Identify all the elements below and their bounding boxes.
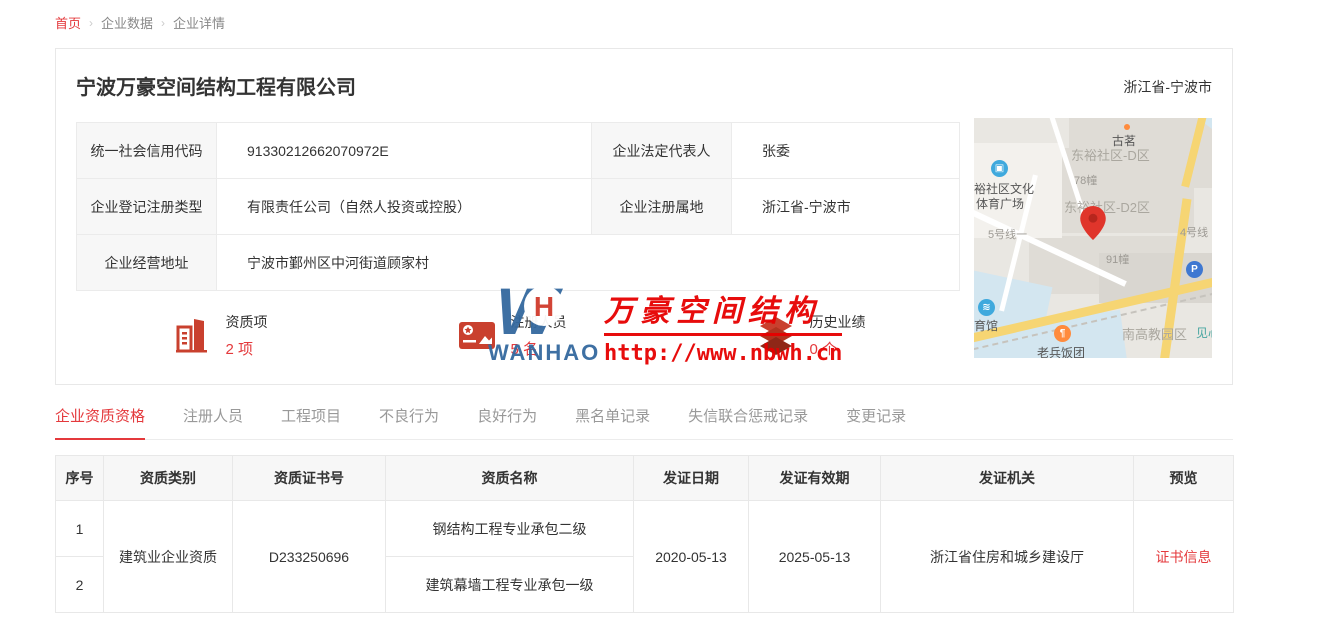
tab-qualifications[interactable]: 企业资质资格 [55,405,145,440]
map-label: 东裕社区-D2区 [1064,197,1150,216]
breadcrumb-enterprise-data[interactable]: 企业数据 [101,13,153,32]
preview-cell: 证书信息 [1134,501,1234,613]
col-name: 资质名称 [386,456,634,501]
tab-projects[interactable]: 工程项目 [281,405,341,439]
tab-bad-behavior[interactable]: 不良行为 [379,405,439,439]
stat-qualifications[interactable]: 资质项 2 项 [170,312,268,359]
company-region: 浙江省-宁波市 [1123,77,1212,97]
col-category: 资质类别 [104,456,233,501]
valid-until-cell: 2025-05-13 [749,501,881,613]
qualification-table: 序号 资质类别 资质证书号 资质名称 发证日期 发证有效期 发证机关 预览 1 … [55,455,1234,613]
company-info-table: 统一社会信用代码 91330212662070972E 企业法定代表人 张委 企… [76,122,960,291]
map-label: 东裕社区-D区 [1071,145,1150,164]
stat-registered-staff[interactable]: 注册人员 5 名 [455,312,567,359]
stat-count[interactable]: 0 个 [810,338,866,359]
reg-type-value: 有限责任公司（自然人投资或控股） [217,179,592,235]
map-label: 体育广场 [976,195,1024,212]
breadcrumb-home[interactable]: 首页 [55,13,81,32]
location-map[interactable]: 古茗 东裕社区-D区 78幢 东裕社区-D2区 ▣ 裕社区文化 体育广场 5号线… [974,118,1212,358]
stat-label: 资质项 [226,312,268,332]
seq-cell: 1 [56,501,104,557]
credit-code-label: 统一社会信用代码 [77,123,217,179]
stat-history-performance[interactable]: 历史业绩 0 个 [754,312,866,359]
map-parking-icon[interactable]: P [1186,261,1203,278]
map-label: 老兵饭团 [1037,344,1085,358]
map-poi-dot [1124,124,1130,130]
map-pin-icon[interactable] [1080,206,1106,240]
layers-icon [754,313,798,357]
tab-registered-staff[interactable]: 注册人员 [183,405,243,439]
tab-change-records[interactable]: 变更记录 [846,405,906,439]
reg-region-value: 浙江省-宁波市 [732,179,960,235]
building-icon [170,313,214,357]
category-cell: 建筑业企业资质 [104,501,233,613]
col-issue-date: 发证日期 [634,456,749,501]
col-cert-no: 资质证书号 [233,456,386,501]
table-header-row: 序号 资质类别 资质证书号 资质名称 发证日期 发证有效期 发证机关 预览 [56,456,1234,501]
table-row: 统一社会信用代码 91330212662070972E 企业法定代表人 张委 [77,123,960,179]
certificate-info-link[interactable]: 证书信息 [1156,549,1212,565]
map-gym-icon[interactable]: ≋ [978,299,995,316]
stat-label: 注册人员 [511,312,567,332]
tab-blacklist[interactable]: 黑名单记录 [575,405,650,439]
qual-name-cell: 钢结构工程专业承包二级 [386,501,634,557]
breadcrumb-separator: › [161,16,165,30]
map-restaurant-icon[interactable]: ¶ [1054,325,1071,342]
reg-region-label: 企业注册属地 [592,179,732,235]
col-seq: 序号 [56,456,104,501]
map-label: 育馆 [974,317,998,334]
legal-rep-label: 企业法定代表人 [592,123,732,179]
map-label: 4号线 [1180,224,1208,240]
col-preview: 预览 [1134,456,1234,501]
tab-dishonesty-records[interactable]: 失信联合惩戒记录 [688,405,808,439]
seq-cell: 2 [56,557,104,613]
map-label: 91幢 [1106,251,1129,267]
stat-label: 历史业绩 [810,312,866,332]
breadcrumb: 首页 › 企业数据 › 企业详情 [55,13,225,32]
issue-date-cell: 2020-05-13 [634,501,749,613]
breadcrumb-enterprise-detail[interactable]: 企业详情 [173,13,225,32]
credit-code-value: 91330212662070972E [217,123,592,179]
cert-no-cell: D233250696 [233,501,386,613]
certificate-icon [455,313,499,357]
map-label: 78幢 [1074,172,1097,188]
map-label: 南高教园区 [1122,324,1187,343]
reg-type-label: 企业登记注册类型 [77,179,217,235]
company-stats: 资质项 2 项 注册人员 5 名 历史业 [76,299,959,371]
address-value: 宁波市鄞州区中河街道顾家村 [217,235,960,291]
address-label: 企业经营地址 [77,235,217,291]
stat-count[interactable]: 2 项 [226,338,268,359]
stat-count[interactable]: 5 名 [511,338,567,359]
breadcrumb-separator: › [89,16,93,30]
authority-cell: 浙江省住房和城乡建设厅 [881,501,1134,613]
col-valid-until: 发证有效期 [749,456,881,501]
qual-name-cell: 建筑幕墙工程专业承包一级 [386,557,634,613]
tab-good-behavior[interactable]: 良好行为 [477,405,537,439]
map-label: 见心 [1196,324,1212,341]
company-card: 宁波万豪空间结构工程有限公司 浙江省-宁波市 统一社会信用代码 91330212… [55,48,1233,385]
table-row: 企业经营地址 宁波市鄞州区中河街道顾家村 [77,235,960,291]
detail-tabs: 企业资质资格 注册人员 工程项目 不良行为 良好行为 黑名单记录 失信联合惩戒记… [55,405,1233,440]
legal-rep-value: 张委 [732,123,960,179]
table-row: 1 建筑业企业资质 D233250696 钢结构工程专业承包二级 2020-05… [56,501,1234,557]
map-culture-icon[interactable]: ▣ [991,160,1008,177]
table-row: 企业登记注册类型 有限责任公司（自然人投资或控股） 企业注册属地 浙江省-宁波市 [77,179,960,235]
map-label: 5号线一 [988,226,1027,242]
company-name: 宁波万豪空间结构工程有限公司 [76,71,356,100]
col-authority: 发证机关 [881,456,1134,501]
